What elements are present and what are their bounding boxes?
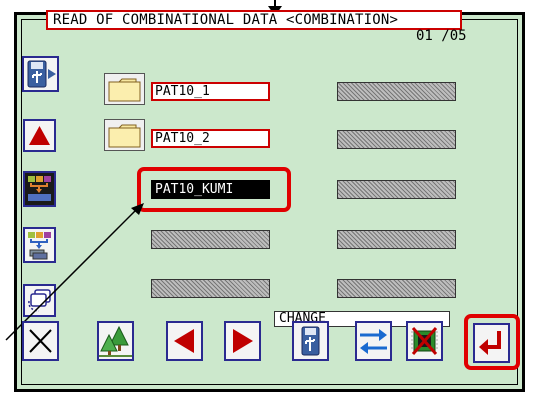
enter-icon bbox=[479, 331, 501, 355]
delete-memory-button[interactable] bbox=[406, 321, 443, 361]
triangle-right-icon bbox=[233, 329, 253, 353]
triangle-left-icon bbox=[174, 329, 194, 353]
close-button[interactable] bbox=[22, 321, 59, 361]
swap-arrows-icon bbox=[360, 329, 387, 354]
usb-change-icon bbox=[301, 326, 320, 356]
enter-button[interactable] bbox=[473, 323, 510, 363]
pointer-line bbox=[5, 203, 144, 341]
delete-memory-icon bbox=[411, 327, 438, 355]
close-icon bbox=[29, 329, 52, 353]
forest-icon bbox=[99, 325, 132, 357]
usb-change-button[interactable] bbox=[292, 321, 329, 361]
swap-button[interactable] bbox=[355, 321, 392, 361]
page-previous-button[interactable] bbox=[166, 321, 203, 361]
page-next-button[interactable] bbox=[224, 321, 261, 361]
forest-button[interactable] bbox=[97, 321, 134, 361]
